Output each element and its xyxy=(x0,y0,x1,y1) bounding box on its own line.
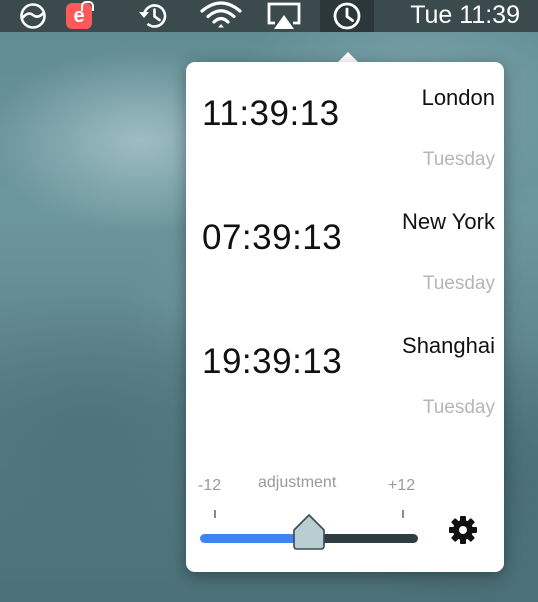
zone-shanghai: 19:39:13 Shanghai Tuesday xyxy=(186,310,504,434)
adjustment-max-label: +12 xyxy=(388,477,416,494)
menu-bar: e Tue 11:39 xyxy=(0,0,538,32)
zone-day: Tuesday xyxy=(422,149,495,170)
world-clock-popover: 11:39:13 London Tuesday 07:39:13 New Yor… xyxy=(186,62,504,572)
circle-half-icon[interactable] xyxy=(18,0,48,32)
slider-tick-max xyxy=(402,510,404,518)
zone-city: Shanghai xyxy=(402,333,495,358)
zone-city: New York xyxy=(402,209,495,234)
zone-time: 11:39:13 xyxy=(202,94,340,133)
e-badge-lock-icon[interactable]: e xyxy=(64,0,94,32)
lock-icon xyxy=(81,1,94,11)
adjustment-label: adjustment xyxy=(258,474,337,491)
clock-icon[interactable] xyxy=(330,0,364,32)
menu-clock-text[interactable]: Tue 11:39 xyxy=(410,0,520,32)
zone-new-york: 07:39:13 New York Tuesday xyxy=(186,186,504,310)
zone-day: Tuesday xyxy=(422,397,495,418)
zone-time: 19:39:13 xyxy=(202,342,343,381)
adjustment-slider-knob[interactable] xyxy=(291,513,327,551)
slider-tick-min xyxy=(214,510,216,518)
airplay-icon[interactable] xyxy=(264,0,304,32)
gear-icon[interactable] xyxy=(448,515,478,545)
wifi-icon[interactable] xyxy=(198,0,244,32)
zone-city: London xyxy=(421,85,495,110)
zone-time: 07:39:13 xyxy=(202,218,343,257)
zone-day: Tuesday xyxy=(422,273,495,294)
zone-london: 11:39:13 London Tuesday xyxy=(186,62,504,186)
adjustment-min-label: -12 xyxy=(198,477,222,494)
time-machine-icon[interactable] xyxy=(134,0,172,32)
